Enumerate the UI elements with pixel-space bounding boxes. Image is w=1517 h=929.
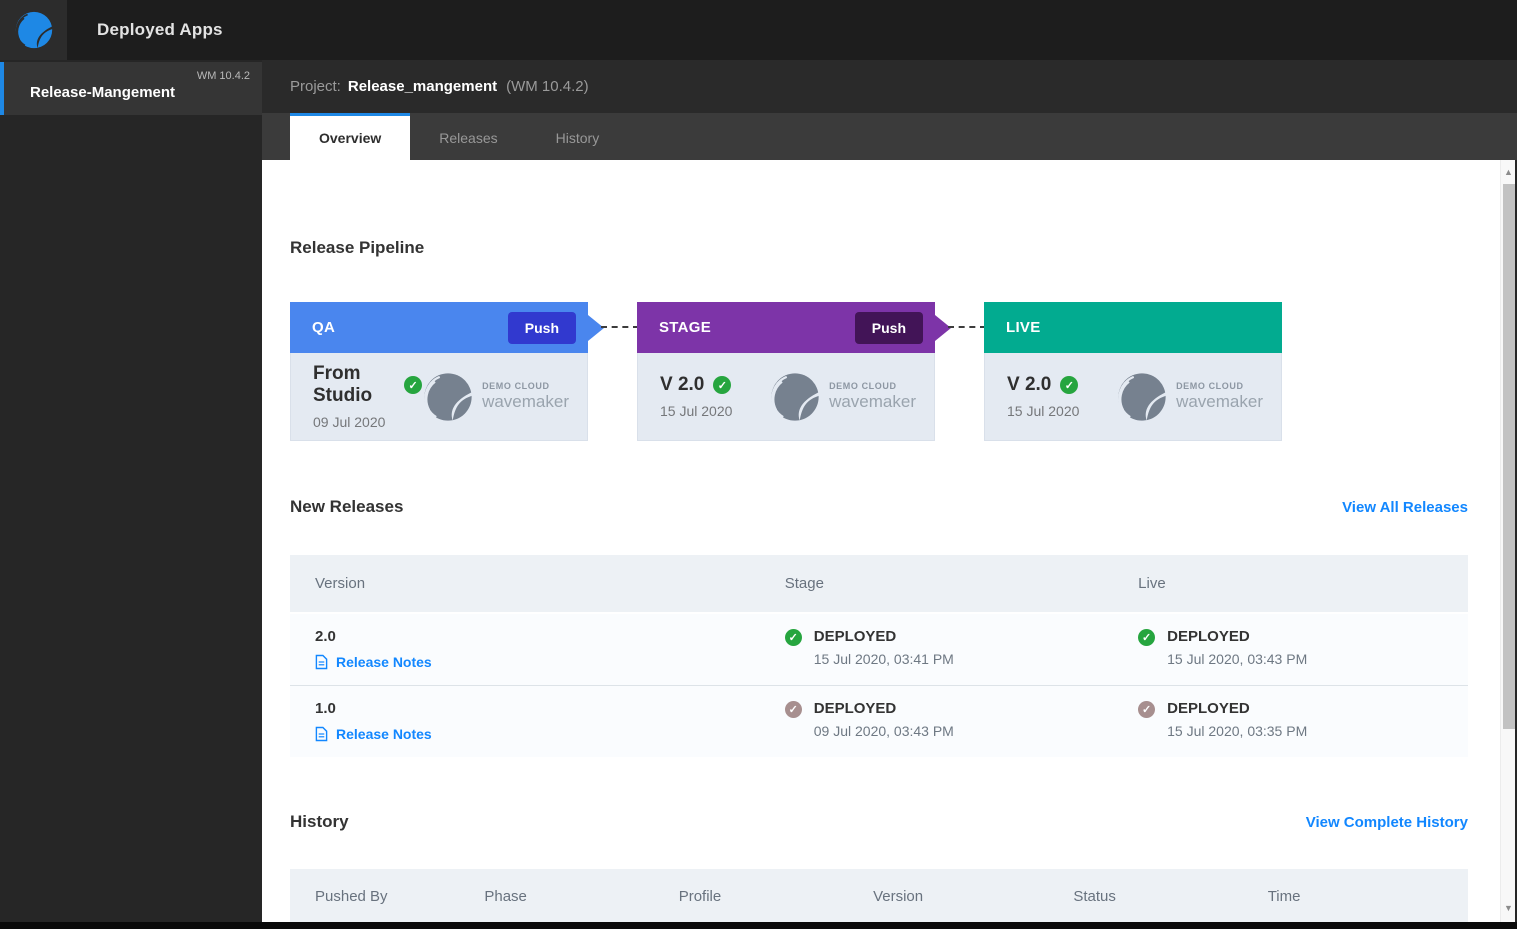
phase-name: QA: [312, 319, 336, 336]
deploy-date: 09 Jul 2020: [313, 414, 386, 430]
tab-history[interactable]: History: [527, 113, 629, 160]
live-status: DEPLOYED: [1167, 628, 1250, 645]
stage-time: 15 Jul 2020, 03:41 PM: [813, 651, 954, 667]
horizontal-scrollbar[interactable]: [0, 922, 1517, 929]
app-platform-version: WM 10.4.2: [196, 70, 250, 82]
tab-overview[interactable]: Overview: [290, 113, 411, 160]
column-live: Live: [1138, 575, 1166, 592]
column-phase: Phase: [484, 887, 527, 905]
deployed-version: V 2.0: [660, 374, 705, 395]
stage-push-button[interactable]: Push: [854, 311, 923, 344]
stage-time: 09 Jul 2020, 03:43 PM: [813, 723, 954, 739]
deployed-version: V 2.0: [1007, 374, 1052, 395]
cloud-name: wavemaker: [482, 392, 569, 411]
stage-header: STAGE Push: [637, 302, 951, 353]
column-version: Version: [315, 575, 366, 592]
wavemaker-wave-icon: [424, 372, 472, 421]
project-label: Project:: [290, 78, 341, 95]
history-heading: History: [290, 812, 349, 831]
table-header-row: Pushed By Phase Profile Version Status T…: [290, 869, 1468, 922]
check-circle-icon: ✓: [784, 629, 802, 646]
live-header: LIVE: [984, 302, 1282, 353]
check-circle-icon: ✓: [404, 376, 423, 394]
release-notes-link[interactable]: Release Notes: [315, 726, 785, 742]
vertical-scrollbar[interactable]: ▲ ▼: [1500, 160, 1515, 922]
scroll-up-icon[interactable]: ▲: [1501, 164, 1516, 180]
release-notes-link[interactable]: Release Notes: [315, 654, 785, 670]
live-body: V 2.0 ✓ 15 Jul 2020 DEMO CLOUD wavemaker: [984, 353, 1282, 441]
live-time: 15 Jul 2020, 03:35 PM: [1167, 723, 1308, 739]
project-platform-version: (WM 10.4.2): [506, 78, 589, 95]
pipeline-connector: [588, 302, 639, 441]
demo-cloud-logo: DEMO CLOUD wavemaker: [1116, 371, 1263, 423]
phase-name: STAGE: [659, 319, 712, 336]
wavemaker-logo[interactable]: [0, 0, 67, 60]
live-time: 15 Jul 2020, 03:43 PM: [1167, 651, 1308, 667]
stage-status: DEPLOYED: [813, 700, 897, 717]
view-complete-history-link[interactable]: View Complete History: [1306, 814, 1468, 831]
pipeline-connector: [935, 302, 986, 441]
scroll-down-icon[interactable]: ▼: [1501, 900, 1516, 916]
check-circle-icon: ✓: [1138, 701, 1156, 718]
apps-sidebar: WM 10.4.2 Release-Mangement: [0, 60, 262, 922]
table-row: 2.0 Release Notes ✓ DEPLOYED 15 Jul 2020…: [290, 612, 1468, 685]
column-status: Status: [1073, 887, 1116, 905]
pipeline-card-stage: STAGE Push V 2.0 ✓ 15 Jul 2020 DEMO CLOU…: [637, 302, 951, 441]
cloud-label: DEMO CLOUD: [482, 381, 550, 391]
scrollbar-thumb[interactable]: [1503, 184, 1515, 729]
qa-header: QA Push: [290, 302, 604, 353]
stage-body: V 2.0 ✓ 15 Jul 2020 DEMO CLOUD wavemaker: [637, 353, 935, 441]
demo-cloud-logo: DEMO CLOUD wavemaker: [422, 371, 569, 423]
qa-body: From Studio ✓ 09 Jul 2020 DEMO CLOUD wav…: [290, 353, 588, 441]
cloud-label: DEMO CLOUD: [829, 381, 897, 391]
new-releases-table: Version Stage Live 2.0 Release Notes ✓ D…: [290, 555, 1468, 757]
main-panel: Project: Release_mangement (WM 10.4.2) O…: [262, 60, 1517, 922]
top-bar: Deployed Apps: [0, 0, 1517, 60]
release-pipeline-heading: Release Pipeline: [290, 238, 425, 257]
project-name: Release_mangement: [347, 78, 498, 95]
check-circle-icon: ✓: [784, 701, 802, 718]
column-profile: Profile: [678, 887, 722, 905]
history-table: Pushed By Phase Profile Version Status T…: [290, 869, 1468, 922]
wavemaker-wave-icon: [1118, 372, 1166, 421]
view-all-releases-link[interactable]: View All Releases: [1342, 499, 1468, 516]
cloud-name: wavemaker: [1176, 392, 1263, 411]
column-stage: Stage: [784, 575, 824, 592]
live-status: DEPLOYED: [1167, 700, 1250, 717]
deploy-date: 15 Jul 2020: [660, 403, 733, 419]
sidebar-item-release-mangement[interactable]: WM 10.4.2 Release-Mangement: [0, 62, 262, 115]
deploy-date: 15 Jul 2020: [1007, 403, 1080, 419]
table-row: 1.0 Release Notes ✓ DEPLOYED 09 Jul 2020…: [290, 685, 1468, 757]
check-circle-icon: ✓: [713, 376, 732, 394]
pipeline-card-qa: QA Push From Studio ✓ 09 Jul 2020 DEMO C…: [290, 302, 604, 441]
demo-cloud-logo: DEMO CLOUD wavemaker: [769, 371, 916, 423]
stage-status: DEPLOYED: [813, 628, 897, 645]
document-icon: [315, 654, 328, 670]
check-circle-icon: ✓: [1138, 629, 1156, 646]
app-name: Release-Mangement: [30, 84, 176, 101]
phase-name: LIVE: [1006, 319, 1041, 336]
page-title: Deployed Apps: [97, 20, 223, 39]
tab-bar: Overview Releases History: [262, 113, 1517, 160]
release-pipeline: QA Push From Studio ✓ 09 Jul 2020 DEMO C…: [290, 302, 1468, 441]
new-releases-heading: New Releases: [290, 497, 404, 516]
tab-releases[interactable]: Releases: [410, 113, 526, 160]
pipeline-card-live: LIVE V 2.0 ✓ 15 Jul 2020 DEMO CLOUD wave…: [984, 302, 1282, 441]
check-circle-icon: ✓: [1060, 376, 1079, 394]
qa-push-button[interactable]: Push: [507, 311, 576, 344]
release-version: 1.0: [315, 700, 336, 717]
cloud-label: DEMO CLOUD: [1176, 381, 1244, 391]
column-time: Time: [1267, 887, 1301, 905]
wavemaker-wave-icon: [771, 372, 819, 421]
project-header: Project: Release_mangement (WM 10.4.2): [262, 60, 1517, 113]
wavemaker-wave-icon: [15, 11, 52, 49]
column-version: Version: [873, 887, 924, 905]
content-scroll-area: Release Pipeline QA Push From Studio ✓ 0…: [262, 160, 1517, 922]
cloud-name: wavemaker: [829, 392, 916, 411]
column-pushed-by: Pushed By: [315, 887, 388, 905]
table-header-row: Version Stage Live: [290, 555, 1468, 612]
document-icon: [315, 726, 328, 742]
deployed-version: From Studio: [313, 363, 373, 406]
release-version: 2.0: [315, 628, 336, 645]
